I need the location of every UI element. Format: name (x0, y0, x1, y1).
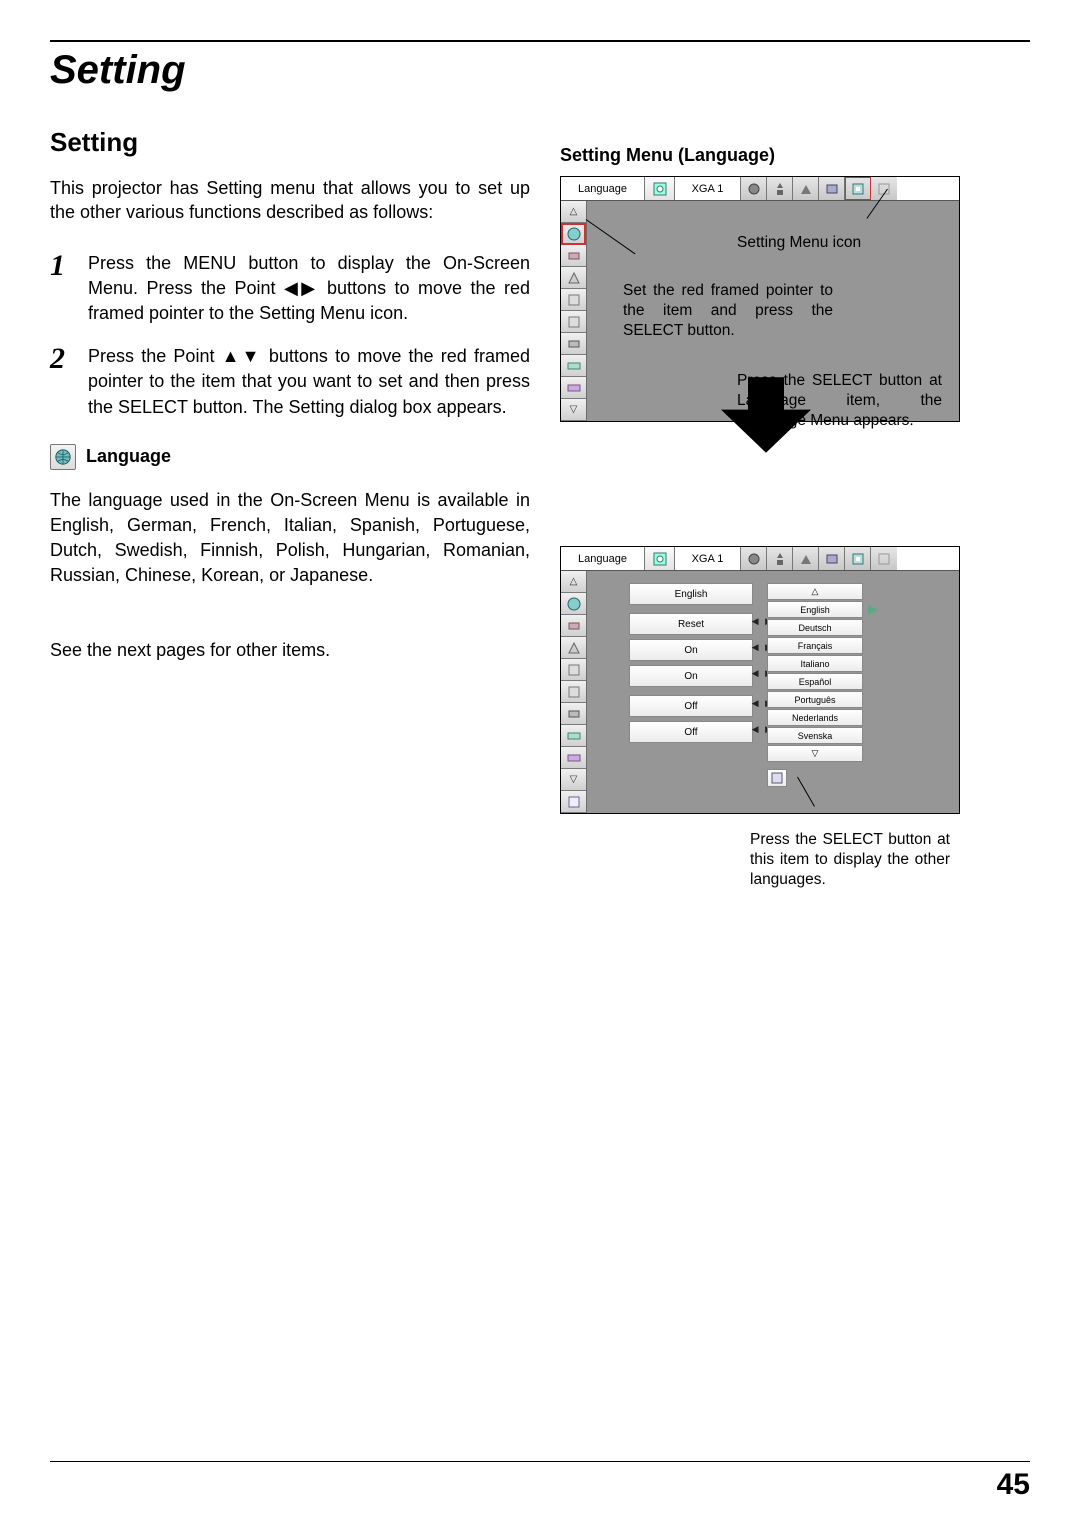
section-heading: Setting (50, 127, 530, 158)
lang-option[interactable]: Deutsch (767, 619, 863, 636)
intro-paragraph: This projector has Setting menu that all… (50, 176, 530, 225)
chapter-title: Setting (50, 48, 1030, 93)
osd-top-label: Language (561, 177, 645, 200)
setting-row[interactable]: On◀ ▶ (629, 665, 753, 687)
top-icon (741, 177, 767, 200)
setting-row[interactable]: On◀ ▶ (629, 639, 753, 661)
lang-option[interactable]: Nederlands (767, 709, 863, 726)
lang-scroll-down-icon[interactable]: ▽ (767, 745, 863, 762)
side-item-icon[interactable] (561, 747, 586, 769)
top-icon (871, 177, 897, 200)
top-icon (793, 177, 819, 200)
osd-menu-2: Language XGA 1 △ (560, 546, 960, 814)
side-item-icon[interactable] (561, 311, 586, 333)
side-item-icon[interactable] (561, 267, 586, 289)
side-item-globe-icon[interactable] (561, 223, 586, 245)
osd-source: XGA 1 (675, 547, 741, 570)
side-item-close-icon[interactable] (561, 791, 586, 813)
scroll-down-icon[interactable]: ▽ (561, 399, 586, 421)
osd-source: XGA 1 (675, 177, 741, 200)
lang-option[interactable]: Español (767, 673, 863, 690)
step-number: 2 (50, 344, 88, 420)
step-1: 1 Press the MENU button to display the O… (50, 251, 530, 327)
lang-close-icon[interactable] (767, 769, 787, 787)
scroll-down-icon[interactable]: ▽ (561, 769, 586, 791)
side-item-icon[interactable] (561, 703, 586, 725)
side-item-icon[interactable] (561, 333, 586, 355)
lang-option[interactable]: Português (767, 691, 863, 708)
top-icon (845, 547, 871, 570)
top-icon (819, 547, 845, 570)
side-item-icon[interactable] (561, 637, 586, 659)
top-icon (793, 547, 819, 570)
side-item-icon[interactable] (561, 681, 586, 703)
side-item-icon[interactable] (561, 659, 586, 681)
setting-values-panel: English Reset◀ ▶ On◀ ▶ On◀ ▶ Off◀ ▶ Off◀… (629, 583, 753, 747)
callout-press-other-languages: Press the SELECT button at this item to … (750, 830, 950, 890)
side-item-icon[interactable] (561, 615, 586, 637)
lang-option[interactable]: Italiano (767, 655, 863, 672)
top-icon (871, 547, 897, 570)
top-icon (767, 177, 793, 200)
language-paragraph: The language used in the On-Screen Menu … (50, 488, 530, 589)
callout-set-pointer: Set the red framed pointer to the item a… (623, 281, 833, 341)
language-list-panel: △ English Deutsch Français Italiano Espa… (767, 583, 863, 788)
step-text: Press the MENU button to display the On-… (88, 251, 530, 327)
language-subheading: Language (86, 446, 171, 467)
scroll-up-icon[interactable]: △ (561, 571, 586, 593)
page-number: 45 (50, 1461, 1030, 1502)
setting-row[interactable]: Off◀ ▶ (629, 721, 753, 743)
step-number: 1 (50, 251, 88, 327)
settings-top-icon (645, 547, 675, 570)
lang-scroll-up-icon[interactable]: △ (767, 583, 863, 600)
top-icon (741, 547, 767, 570)
globe-icon (50, 444, 76, 470)
osd-menu-1: Language XGA 1 △ (560, 176, 960, 422)
scroll-up-icon[interactable]: △ (561, 201, 586, 223)
callout-setting-icon: Setting Menu icon (737, 233, 937, 253)
setting-row[interactable]: Off◀ ▶ (629, 695, 753, 717)
top-icon (845, 177, 871, 200)
side-item-icon[interactable] (561, 245, 586, 267)
figure-title: Setting Menu (Language) (560, 145, 1030, 166)
top-icon (767, 547, 793, 570)
top-icon (819, 177, 845, 200)
side-item-globe-icon[interactable] (561, 593, 586, 615)
see-next-note: See the next pages for other items. (50, 638, 530, 663)
side-item-icon[interactable] (561, 377, 586, 399)
step-2: 2 Press the Point ▲▼ buttons to move the… (50, 344, 530, 420)
osd-top-label: Language (561, 547, 645, 570)
setting-row[interactable]: English (629, 583, 753, 605)
side-item-icon[interactable] (561, 355, 586, 377)
step-text: Press the Point ▲▼ buttons to move the r… (88, 344, 530, 420)
side-item-icon[interactable] (561, 289, 586, 311)
lang-option[interactable]: Svenska (767, 727, 863, 744)
side-item-icon[interactable] (561, 725, 586, 747)
lang-option[interactable]: Français (767, 637, 863, 654)
big-arrow-icon (721, 377, 811, 453)
lang-option[interactable]: English (767, 601, 863, 618)
setting-row[interactable]: Reset◀ ▶ (629, 613, 753, 635)
settings-top-icon (645, 177, 675, 200)
